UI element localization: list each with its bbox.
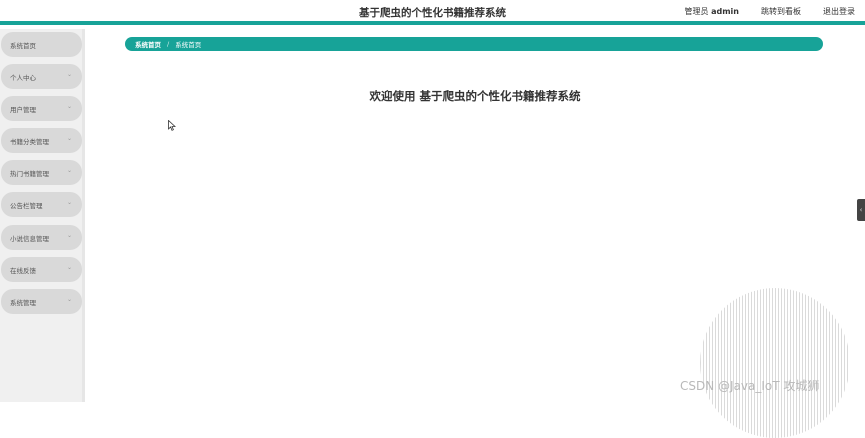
chevron-down-icon: ⌄ (66, 71, 72, 78)
sidebar-item-label: 热门书籍管理 (10, 169, 49, 178)
chevron-down-icon: ⌄ (66, 167, 72, 174)
sidebar-item-notice-board[interactable]: 公告栏管理 ⌄ (1, 192, 82, 217)
chevron-down-icon: ⌄ (66, 199, 72, 206)
sidebar-item-hot-books[interactable]: 热门书籍管理 ⌄ (1, 160, 82, 185)
chevron-down-icon: ⌄ (66, 264, 72, 271)
sidebar-item-feedback[interactable]: 在线反馈 ⌄ (1, 257, 82, 282)
admin-label: 管理员 admin (685, 6, 739, 17)
sidebar: 系统首页 个人中心 ⌄ 用户管理 ⌄ 书籍分类管理 ⌄ 热门书籍管理 ⌄ 公告栏… (0, 29, 85, 402)
sidebar-item-label: 个人中心 (10, 73, 36, 82)
top-right-actions: 管理员 admin 跳转到看板 退出登录 (685, 6, 855, 17)
breadcrumb-current: 系统首页 (175, 41, 202, 49)
admin-name: admin (711, 7, 739, 16)
logout-link[interactable]: 退出登录 (823, 6, 855, 17)
chevron-down-icon: ⌄ (66, 135, 72, 142)
sidebar-item-novel-info[interactable]: 小说信息管理 ⌄ (1, 225, 82, 250)
sidebar-item-system-management[interactable]: 系统管理 ⌄ (1, 289, 82, 314)
sidebar-item-label: 书籍分类管理 (10, 137, 49, 146)
breadcrumb-separator: / (167, 40, 170, 48)
sidebar-item-book-category[interactable]: 书籍分类管理 ⌄ (1, 128, 82, 153)
sidebar-item-personal-center[interactable]: 个人中心 ⌄ (1, 64, 82, 89)
mouse-cursor-icon (168, 120, 176, 131)
sidebar-item-label: 系统首页 (10, 41, 36, 50)
sidebar-item-label: 小说信息管理 (10, 234, 49, 243)
watermark-decoration (700, 288, 850, 438)
chevron-down-icon: ⌄ (66, 103, 72, 110)
breadcrumb: 系统首页 / 系统首页 (125, 37, 823, 51)
jump-to-dashboard-link[interactable]: 跳转到看板 (761, 6, 801, 17)
chevron-down-icon: ⌄ (66, 296, 72, 303)
chevron-left-icon: ‹ (859, 206, 863, 214)
side-panel-toggle[interactable]: ‹ (857, 199, 865, 221)
sidebar-item-label: 系统管理 (10, 298, 36, 307)
chevron-down-icon: ⌄ (66, 232, 72, 239)
sidebar-item-user-management[interactable]: 用户管理 ⌄ (1, 96, 82, 121)
admin-prefix: 管理员 (684, 7, 709, 16)
top-bar: 基于爬虫的个性化书籍推荐系统 管理员 admin 跳转到看板 退出登录 (0, 0, 865, 25)
sidebar-item-home[interactable]: 系统首页 (1, 32, 82, 57)
sidebar-item-label: 用户管理 (10, 105, 36, 114)
watermark-text: CSDN @Java_IoT 攻城狮 (680, 379, 820, 393)
breadcrumb-home[interactable]: 系统首页 (135, 39, 161, 49)
welcome-heading: 欢迎使用 基于爬虫的个性化书籍推荐系统 (369, 89, 581, 103)
sidebar-item-label: 在线反馈 (10, 266, 36, 275)
sidebar-item-label: 公告栏管理 (10, 201, 43, 210)
